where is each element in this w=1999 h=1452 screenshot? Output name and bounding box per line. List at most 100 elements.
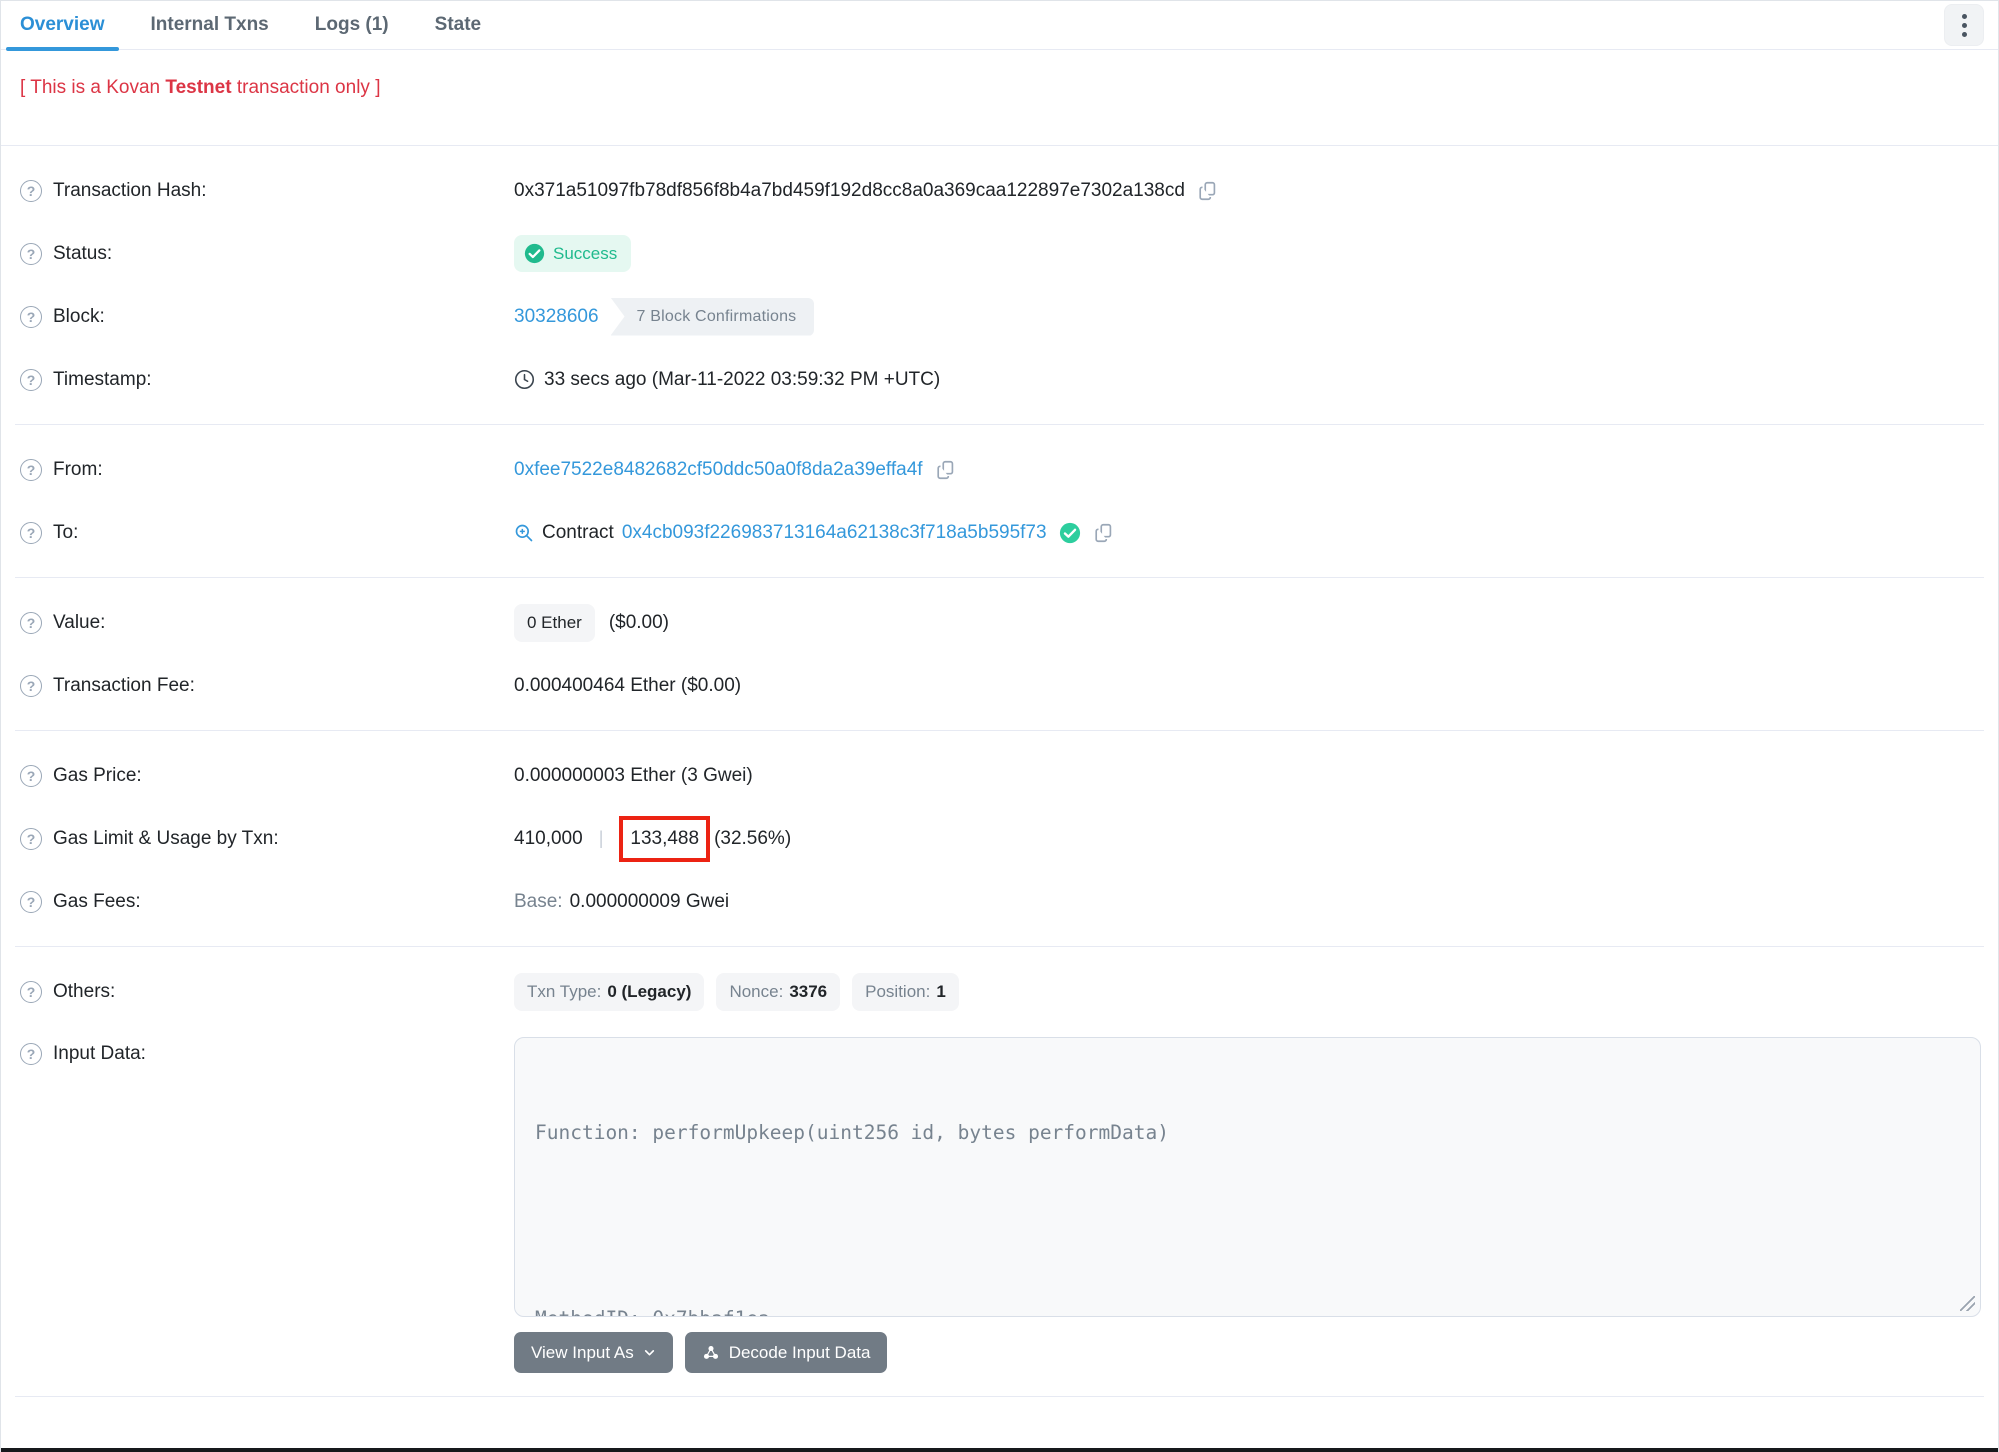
row-from: ? From: 0xfee7522e8482682cf50ddc50a0f8da… (15, 438, 1984, 501)
gas-limit-label: ? Gas Limit & Usage by Txn: (20, 827, 514, 850)
label-text: Gas Price: (53, 764, 142, 786)
label-text: Gas Limit & Usage by Txn: (53, 827, 279, 849)
input-line: Function: performUpkeep(uint256 id, byte… (535, 1121, 1169, 1144)
help-icon[interactable]: ? (20, 521, 42, 544)
timestamp-label: ? Timestamp: (20, 368, 514, 391)
testnet-notice: [ This is a Kovan Testnet transaction on… (1, 50, 1998, 146)
help-icon[interactable]: ? (20, 764, 42, 787)
help-icon[interactable]: ? (20, 368, 42, 391)
help-icon[interactable]: ? (20, 890, 42, 913)
group-value-fee: ? Value: 0 Ether ($0.00) ? Transaction F… (15, 578, 1984, 731)
others-label: ? Others: (20, 980, 514, 1003)
more-options-button[interactable] (1944, 4, 1984, 46)
textarea-resize-handle[interactable] (1960, 1296, 1975, 1311)
label-text: Status: (53, 242, 113, 264)
help-icon[interactable]: ? (20, 1043, 42, 1065)
block-number-link[interactable]: 30328606 (514, 306, 599, 328)
base-fee-label: Base: (514, 890, 563, 912)
notice-text-pre: [ This is a Kovan (20, 77, 166, 98)
help-icon[interactable]: ? (20, 980, 42, 1003)
row-timestamp: ? Timestamp: 33 secs ago (Mar-11-2022 03… (15, 348, 1984, 411)
row-transaction-fee: ? Transaction Fee: 0.000400464 Ether ($0… (15, 654, 1984, 717)
help-icon[interactable]: ? (20, 242, 42, 265)
notice-text-post: transaction only ] (231, 77, 381, 98)
group-others-input: ? Others: Txn Type: 0 (Legacy) Nonce: 3376… (15, 947, 1984, 1397)
label-text: To: (53, 521, 79, 543)
to-label: ? To: (20, 521, 514, 544)
block-label: ? Block: (20, 305, 514, 328)
row-gas-price: ? Gas Price: 0.000000003 Ether (3 Gwei) (15, 744, 1984, 807)
label-text: Transaction Hash: (53, 179, 207, 201)
tab-bar: Overview Internal Txns Logs (1) State (1, 1, 1998, 51)
copy-hash-icon[interactable] (1197, 180, 1219, 202)
input-actions: View Input As Decode Input Data (514, 1332, 1981, 1373)
gas-fees-label: ? Gas Fees: (20, 890, 514, 913)
label-text: Value: (53, 611, 106, 633)
check-circle-icon (524, 243, 545, 264)
notice-text-bold: Testnet (165, 77, 232, 98)
from-address-link[interactable]: 0xfee7522e8482682cf50ddc50a0f8da2a39effa… (514, 459, 923, 481)
from-label: ? From: (20, 458, 514, 481)
row-others: ? Others: Txn Type: 0 (Legacy) Nonce: 3376… (15, 960, 1984, 1023)
annotation-highlight-box: 133,488 (619, 815, 711, 862)
tab-overview[interactable]: Overview (6, 1, 119, 51)
verified-check-icon (1059, 522, 1080, 543)
label-text: Input Data: (53, 1043, 146, 1064)
decode-input-data-label: Decode Input Data (728, 1342, 871, 1362)
help-icon[interactable]: ? (20, 305, 42, 328)
chevron-down-icon (644, 1350, 654, 1356)
view-input-as-label: View Input As (531, 1342, 634, 1362)
help-icon[interactable]: ? (20, 674, 42, 697)
status-text: Success (553, 243, 618, 263)
group-addresses: ? From: 0xfee7522e8482682cf50ddc50a0f8da… (15, 425, 1984, 578)
timestamp-value: 33 secs ago (Mar-11-2022 03:59:32 PM +UT… (544, 368, 941, 390)
clock-icon (514, 369, 535, 390)
window-bottom-edge (1, 1448, 1998, 1452)
tab-logs[interactable]: Logs (1) (301, 1, 403, 50)
gas-separator: | (598, 828, 604, 848)
help-icon[interactable]: ? (20, 458, 42, 481)
copy-from-address-icon[interactable] (935, 459, 957, 481)
status-badge: Success (514, 235, 632, 272)
copy-to-address-icon[interactable] (1093, 522, 1115, 544)
transaction-fee-value: 0.000400464 Ether ($0.00) (514, 674, 742, 696)
help-icon[interactable]: ? (20, 179, 42, 202)
nonce-badge: Nonce: 3376 (716, 972, 841, 1011)
label-text: From: (53, 458, 103, 480)
decode-input-data-button[interactable]: Decode Input Data (684, 1332, 888, 1373)
ether-value-badge: 0 Ether (514, 603, 595, 642)
position-badge: Position: 1 (852, 972, 959, 1011)
gas-price-value: 0.000000003 Ether (3 Gwei) (514, 764, 753, 786)
row-gas-limit-usage: ? Gas Limit & Usage by Txn: 410,000 | 13… (15, 807, 1984, 870)
gas-price-label: ? Gas Price: (20, 764, 514, 787)
kebab-menu-icon (1961, 13, 1967, 37)
input-data-box[interactable]: Function: performUpkeep(uint256 id, byte… (514, 1037, 1981, 1317)
input-data-label: ? Input Data: (20, 1037, 514, 1065)
transaction-details-page: Overview Internal Txns Logs (1) State [ … (0, 0, 1999, 1452)
value-usd: ($0.00) (608, 611, 670, 633)
input-line (535, 1210, 1960, 1241)
view-input-as-button[interactable]: View Input As (514, 1332, 673, 1373)
help-icon[interactable]: ? (20, 611, 42, 634)
label-text: Block: (53, 305, 105, 327)
help-icon[interactable]: ? (20, 827, 42, 850)
transaction-hash-value: 0x371a51097fb78df856f8b4a7bd459f192d8cc8… (514, 179, 1185, 201)
status-label: ? Status: (20, 242, 514, 265)
tab-internal-txns[interactable]: Internal Txns (137, 1, 283, 50)
row-transaction-hash: ? Transaction Hash: 0x371a51097fb78df856… (15, 159, 1984, 222)
magnifier-plus-icon[interactable] (514, 523, 534, 543)
tab-state[interactable]: State (421, 1, 495, 50)
transaction-hash-label: ? Transaction Hash: (20, 179, 514, 202)
decode-icon (703, 1345, 718, 1359)
row-input-data: ? Input Data: Function: performUpkeep(ui… (15, 1023, 1984, 1383)
row-status: ? Status: Success (15, 222, 1984, 285)
to-contract-prefix: Contract (542, 521, 614, 543)
row-gas-fees: ? Gas Fees: Base: 0.000000009 Gwei (15, 870, 1984, 933)
block-confirmations-badge: 7 Block Confirmations (610, 297, 815, 336)
transaction-fee-label: ? Transaction Fee: (20, 674, 514, 697)
label-text: Transaction Fee: (53, 674, 195, 696)
input-line: MethodID: 0x7bbaf1ea (535, 1303, 1960, 1316)
to-address-link[interactable]: 0x4cb093f226983713164a62138c3f718a5b595f… (622, 522, 1047, 544)
base-fee-value: 0.000000009 Gwei (569, 890, 730, 912)
txn-type-badge: Txn Type: 0 (Legacy) (514, 972, 705, 1011)
